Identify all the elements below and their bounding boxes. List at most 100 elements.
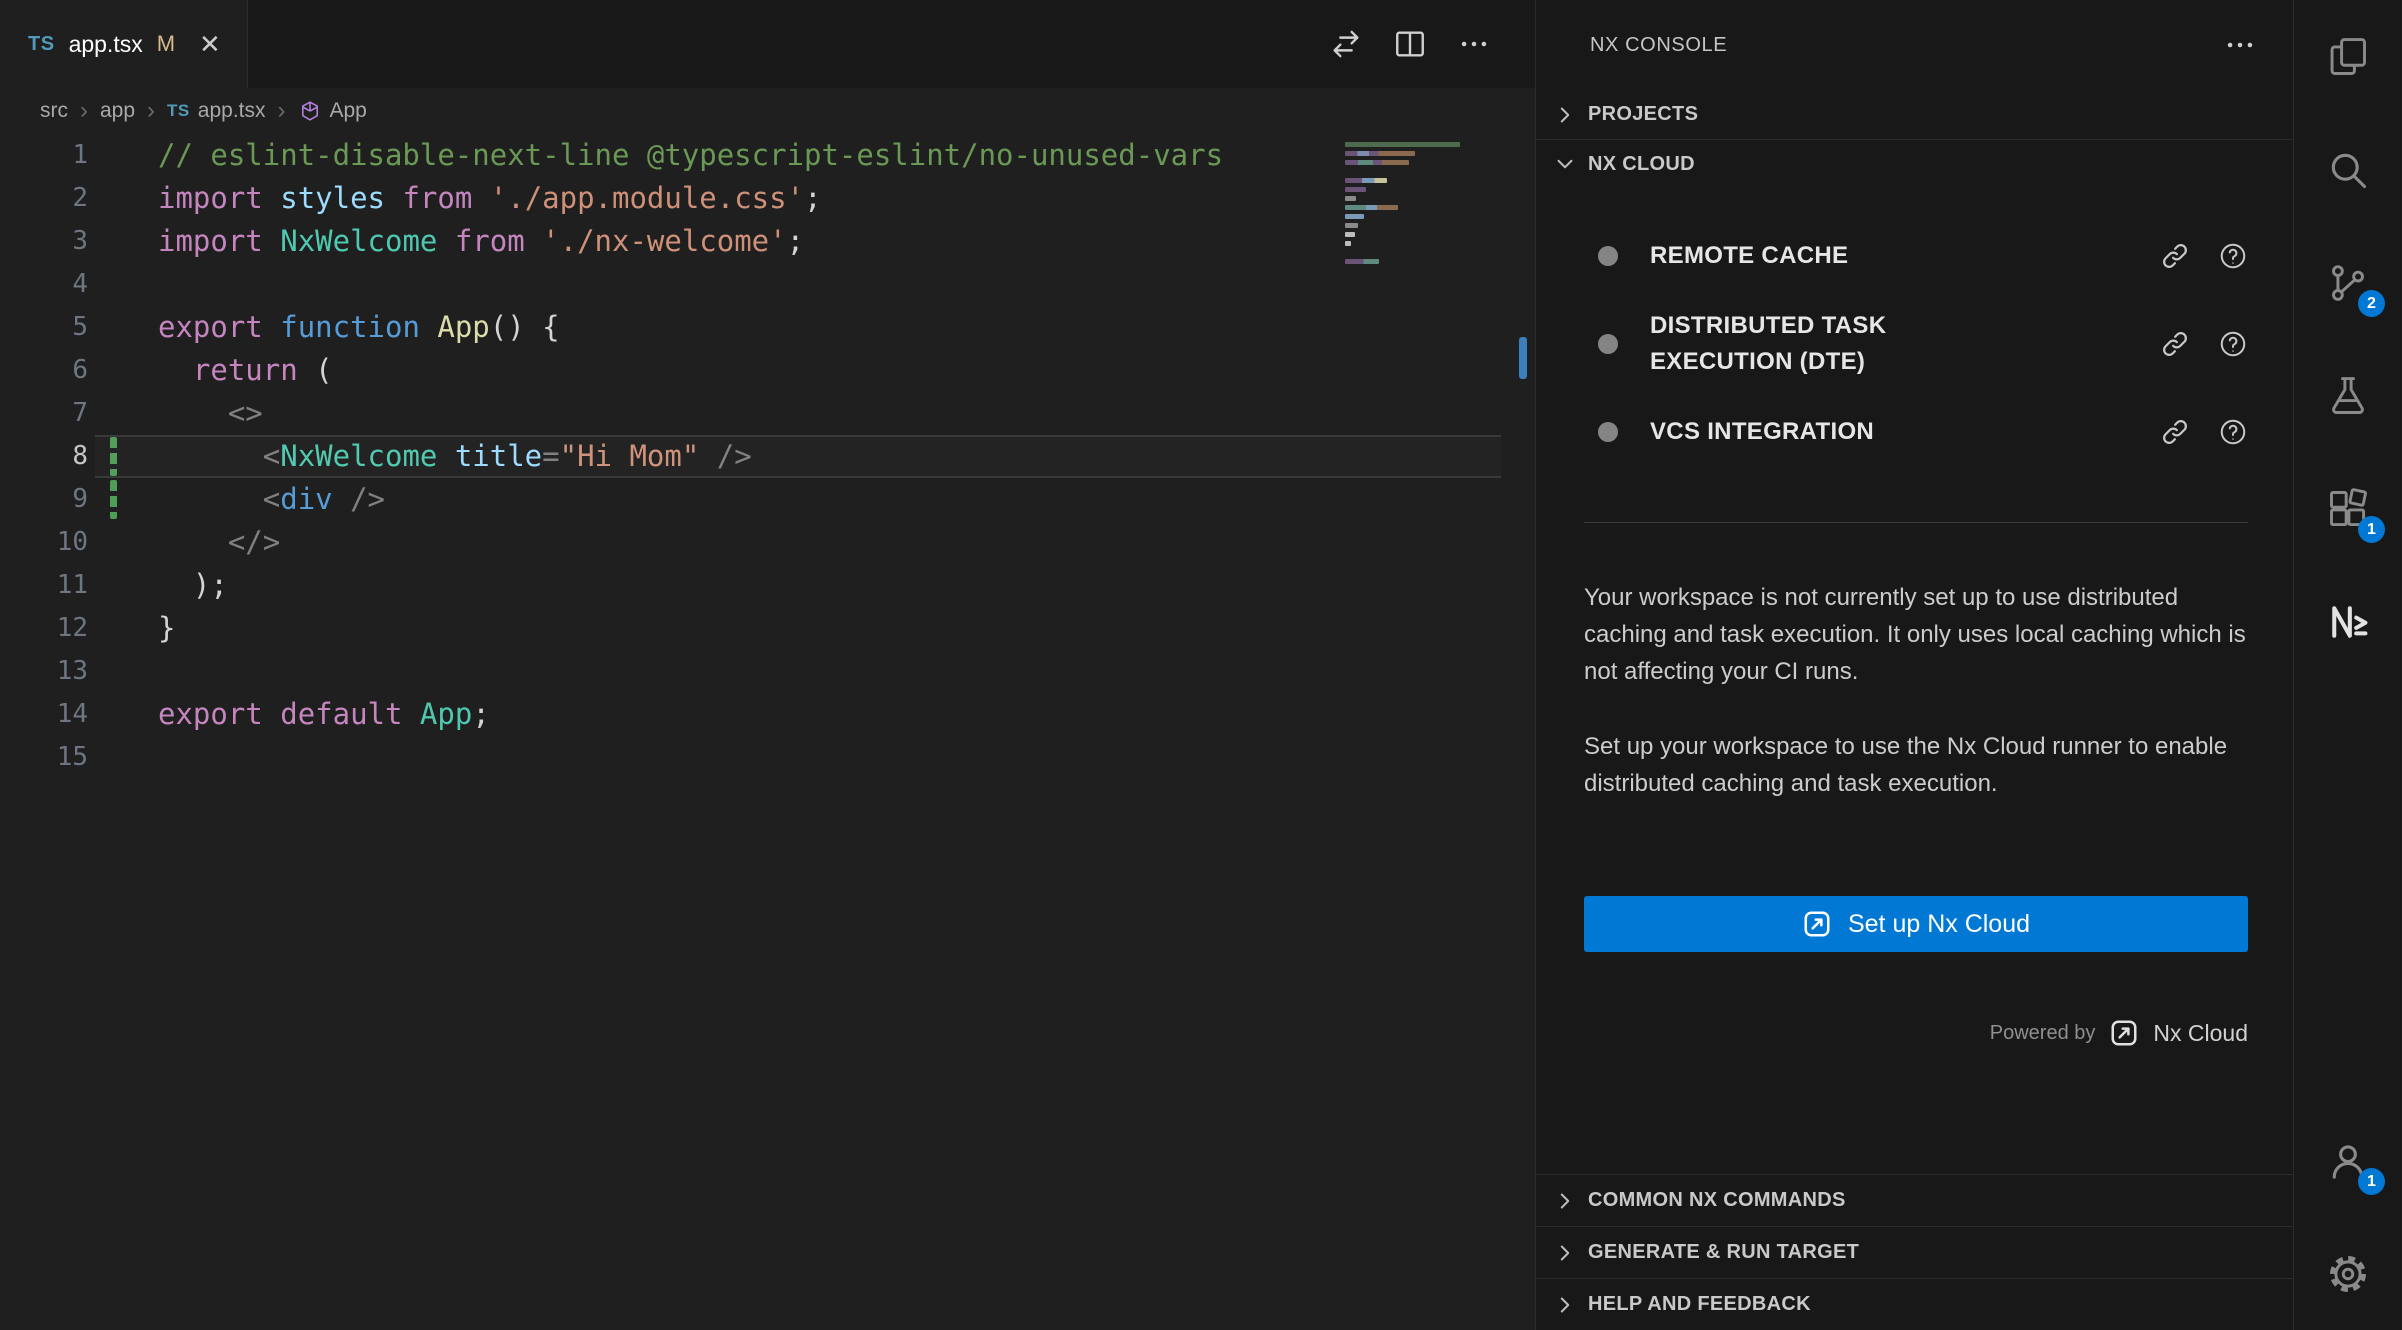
extensions-badge: 1 — [2358, 516, 2385, 543]
nx-cloud-logo-icon — [1802, 909, 1832, 939]
gutter — [88, 736, 158, 779]
breadcrumb-file[interactable]: app.tsx — [198, 99, 266, 123]
gutter — [88, 220, 158, 263]
brand-label: Nx Cloud — [2153, 1020, 2248, 1047]
gutter — [88, 650, 158, 693]
code-line[interactable]: 4 — [0, 263, 1535, 306]
source-control-badge: 2 — [2358, 290, 2385, 317]
status-dot-icon — [1598, 246, 1618, 266]
activity-bar: 2 1 1 — [2293, 0, 2401, 1330]
nx-cloud-logo-icon — [2109, 1018, 2139, 1048]
extensions-icon[interactable]: 1 — [2294, 452, 2401, 565]
open-changes-icon[interactable] — [1329, 27, 1363, 61]
code-editor[interactable]: 1// eslint-disable-next-line @typescript… — [0, 134, 1535, 1330]
setup-nx-cloud-button[interactable]: Set up Nx Cloud — [1584, 896, 2248, 952]
code-line[interactable]: 2import styles from './app.module.css'; — [0, 177, 1535, 220]
gutter — [88, 693, 158, 736]
code-line[interactable]: 6 return ( — [0, 349, 1535, 392]
more-actions-icon[interactable] — [1457, 27, 1491, 61]
section-help-and-feedback[interactable]: HELP AND FEEDBACK — [1536, 1278, 2293, 1330]
close-icon[interactable]: ✕ — [199, 31, 221, 57]
code-lines: 1// eslint-disable-next-line @typescript… — [0, 134, 1535, 779]
line-number: 14 — [0, 693, 88, 736]
panel-title: NX CONSOLE — [1590, 34, 1727, 57]
cloud-item[interactable]: REMOTE CACHE — [1584, 212, 2248, 300]
panel-more-actions-icon[interactable] — [2223, 28, 2257, 62]
section-projects[interactable]: PROJECTS — [1536, 90, 2293, 139]
tab-app-tsx[interactable]: TS app.tsx M ✕ — [0, 0, 248, 88]
nx-cloud-body: REMOTE CACHE DISTRIBUTED TASK EXECUTION … — [1536, 188, 2293, 1174]
breadcrumb-app[interactable]: app — [100, 99, 135, 123]
code-line[interactable]: 7 <> — [0, 392, 1535, 435]
nx-console-panel: NX CONSOLE PROJECTS NX CLOUD REMOTE CACH… — [1535, 0, 2293, 1330]
help-question-icon[interactable] — [2218, 417, 2248, 447]
connect-link-icon[interactable] — [2160, 329, 2190, 359]
connect-link-icon[interactable] — [2160, 417, 2190, 447]
code-line[interactable]: 8 <NxWelcome title="Hi Mom" /> — [0, 435, 1535, 478]
split-editor-icon[interactable] — [1393, 27, 1427, 61]
line-number: 15 — [0, 736, 88, 779]
line-number: 12 — [0, 607, 88, 650]
code-line[interactable]: 10 </> — [0, 521, 1535, 564]
breadcrumb: src › app › TS app.tsx › App — [0, 88, 1535, 134]
nx-console-icon[interactable] — [2294, 565, 2401, 678]
code-line[interactable]: 5export function App() { — [0, 306, 1535, 349]
section-nx-cloud-label: NX CLOUD — [1588, 153, 1695, 176]
chevron-down-icon — [1552, 151, 1578, 177]
code-line[interactable]: 3import NxWelcome from './nx-welcome'; — [0, 220, 1535, 263]
gutter-modified-indicator — [88, 435, 158, 478]
test-beaker-icon[interactable] — [2294, 339, 2401, 452]
symbol-cube-icon — [298, 99, 322, 123]
code-line[interactable]: 13 — [0, 650, 1535, 693]
explorer-icon[interactable] — [2294, 0, 2401, 113]
bottom-sections: COMMON NX COMMANDS GENERATE & RUN TARGET… — [1536, 1174, 2293, 1330]
code-line[interactable]: 14export default App; — [0, 693, 1535, 736]
gutter — [88, 263, 158, 306]
workspace-status-text: Your workspace is not currently set up t… — [1584, 579, 2248, 690]
chevron-right-icon — [1552, 102, 1578, 128]
tab-label: app.tsx — [69, 31, 143, 58]
help-question-icon[interactable] — [2218, 329, 2248, 359]
search-icon[interactable] — [2294, 113, 2401, 226]
minimap[interactable] — [1345, 138, 1505, 268]
status-dot-icon — [1598, 422, 1618, 442]
breadcrumb-symbol[interactable]: App — [330, 99, 367, 123]
gutter — [88, 607, 158, 650]
divider — [1584, 522, 2248, 523]
cloud-item[interactable]: VCS INTEGRATION — [1584, 388, 2248, 476]
line-number: 9 — [0, 478, 88, 521]
help-question-icon[interactable] — [2218, 241, 2248, 271]
gutter — [88, 134, 158, 177]
chevron-right-icon — [1552, 1292, 1578, 1318]
line-number: 6 — [0, 349, 88, 392]
source-control-icon[interactable]: 2 — [2294, 226, 2401, 339]
code-line[interactable]: 11 ); — [0, 564, 1535, 607]
tab-bar: TS app.tsx M ✕ — [0, 0, 1535, 88]
section-generate-run-target[interactable]: GENERATE & RUN TARGET — [1536, 1226, 2293, 1278]
code-line[interactable]: 1// eslint-disable-next-line @typescript… — [0, 134, 1535, 177]
gutter-modified-indicator — [88, 478, 158, 521]
line-number: 13 — [0, 650, 88, 693]
code-line[interactable]: 12} — [0, 607, 1535, 650]
section-common-nx-commands[interactable]: COMMON NX COMMANDS — [1536, 1174, 2293, 1226]
setup-button-label: Set up Nx Cloud — [1848, 910, 2030, 939]
code-line[interactable]: 15 — [0, 736, 1535, 779]
connect-link-icon[interactable] — [2160, 241, 2190, 271]
setup-hint-text: Set up your workspace to use the Nx Clou… — [1584, 728, 2248, 802]
breadcrumb-separator: › — [147, 97, 155, 125]
line-number: 11 — [0, 564, 88, 607]
line-number: 8 — [0, 435, 88, 478]
settings-gear-icon[interactable] — [2294, 1217, 2401, 1330]
editor-actions — [1329, 0, 1535, 88]
gutter — [88, 521, 158, 564]
code-line[interactable]: 9 <div /> — [0, 478, 1535, 521]
panel-header: NX CONSOLE — [1536, 0, 2293, 90]
account-icon[interactable]: 1 — [2294, 1104, 2401, 1217]
cloud-item[interactable]: DISTRIBUTED TASK EXECUTION (DTE) — [1584, 300, 2248, 388]
cloud-item-label: DISTRIBUTED TASK EXECUTION (DTE) — [1650, 308, 1970, 380]
cloud-items: REMOTE CACHE DISTRIBUTED TASK EXECUTION … — [1584, 212, 2248, 476]
breadcrumb-src[interactable]: src — [40, 99, 68, 123]
section-nx-cloud[interactable]: NX CLOUD — [1536, 139, 2293, 188]
chevron-right-icon — [1552, 1188, 1578, 1214]
account-badge: 1 — [2358, 1168, 2385, 1195]
